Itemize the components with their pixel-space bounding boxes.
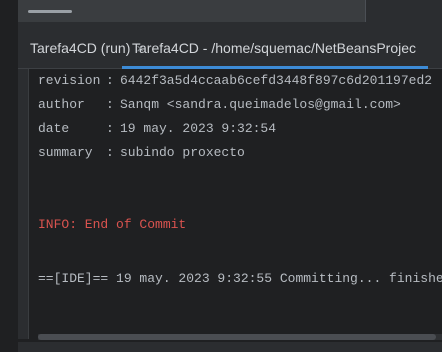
summary-key: summary (38, 145, 93, 160)
summary-value: subindo proxecto (120, 145, 245, 160)
summary-line: summary: subindo proxecto (38, 144, 245, 162)
separator: : (106, 73, 114, 88)
date-value: 19 may. 2023 9:32:54 (120, 121, 277, 136)
tab-label: Tarefa4CD (run) (30, 40, 131, 56)
author-value: Sanqm <sandra.queimadelos@gmail.com> (120, 97, 401, 112)
separator: : (106, 97, 114, 112)
output-window: Tarefa4CD (run) × Tarefa4CD - /home/squem… (0, 0, 442, 352)
gutter-divider (28, 69, 29, 339)
date-line: date:19 may. 2023 9:32:54 (38, 120, 276, 138)
tab-git-output[interactable]: Tarefa4CD - /home/squemac/NetBeansProjec… (132, 36, 416, 60)
revision-line: revision:6442f3a5d4ccaab6cefd3448f897c6d… (38, 72, 432, 90)
separator: : (106, 121, 114, 136)
output-text-area[interactable]: revision:6442f3a5d4ccaab6cefd3448f897c6d… (38, 72, 442, 332)
info-line: INFO: End of Commit (38, 217, 187, 232)
tab-label: Tarefa4CD - /home/squemac/NetBeansProjec… (132, 40, 416, 56)
output-gutter (18, 69, 28, 339)
separator: : (106, 145, 114, 160)
scrollbar-thumb[interactable] (38, 334, 436, 340)
tab-bar: Tarefa4CD (run) × Tarefa4CD - /home/squem… (18, 22, 442, 69)
author-line: author: Sanqm <sandra.queimadelos@gmail.c… (38, 96, 401, 114)
date-key: date (38, 121, 70, 136)
horizontal-scrollbar[interactable] (38, 334, 442, 340)
window-title-strip (18, 0, 442, 37)
active-tab-indicator (122, 66, 428, 69)
author-key: author (38, 97, 85, 112)
bottom-border (18, 342, 442, 352)
drag-grip[interactable] (28, 10, 72, 13)
revision-key: revision (38, 73, 101, 88)
finish-line: ==[IDE]== 19 may. 2023 9:32:55 Committin… (38, 271, 442, 286)
tab-run-output[interactable]: Tarefa4CD (run) × (30, 36, 144, 60)
revision-value: 6442f3a5d4ccaab6cefd3448f897c6d201197ed2 (120, 73, 433, 88)
